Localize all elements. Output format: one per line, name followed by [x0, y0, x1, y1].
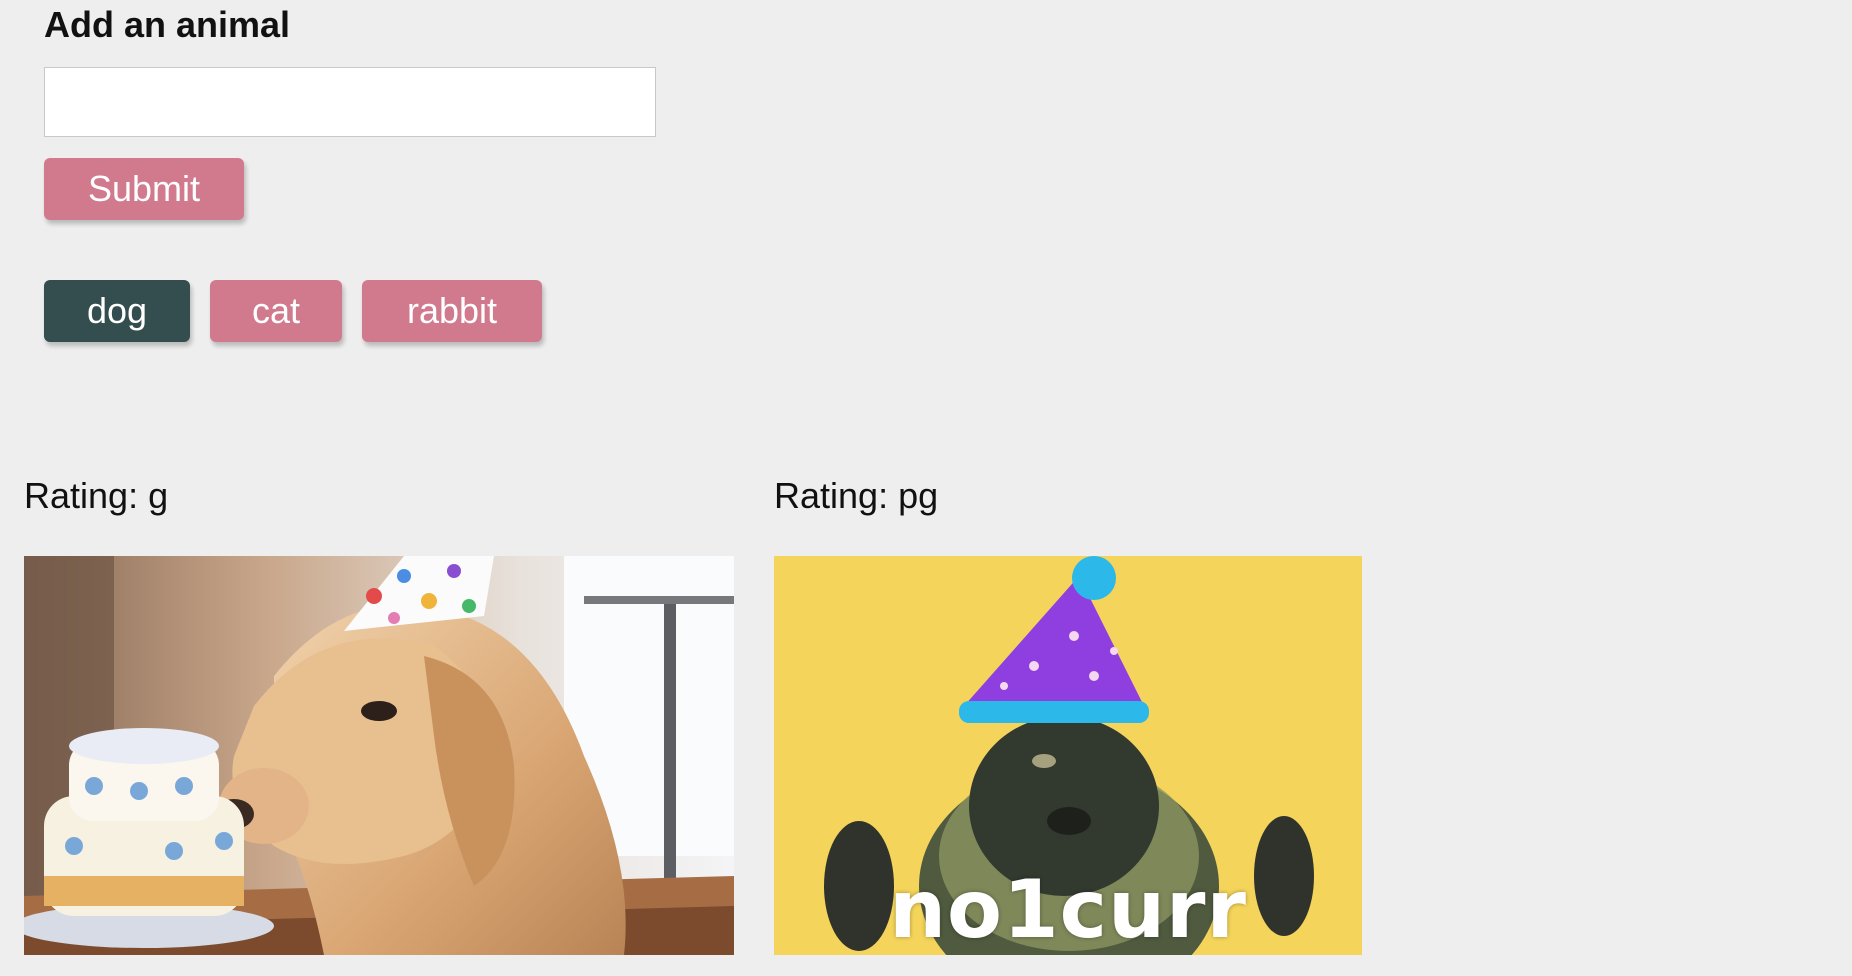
animal-button-dog[interactable]: dog	[44, 280, 190, 342]
rating-label: Rating: pg	[774, 475, 939, 516]
animal-input[interactable]	[44, 67, 656, 137]
form-title: Add an animal	[44, 4, 291, 45]
animal-button-cat[interactable]: cat	[210, 280, 342, 342]
animal-button-rabbit[interactable]: rabbit	[362, 280, 542, 342]
page: Add an animal Submit dog cat rabbit Rati…	[0, 0, 1852, 976]
dog-party-hat-gif: no1curr	[774, 556, 1362, 955]
dog-birthday-cake-image	[24, 556, 734, 955]
dog-birthday-cake-gif	[24, 556, 734, 955]
rating-label: Rating: g	[24, 475, 169, 516]
gif-caption: no1curr	[889, 863, 1247, 955]
submit-button[interactable]: Submit	[44, 158, 244, 220]
